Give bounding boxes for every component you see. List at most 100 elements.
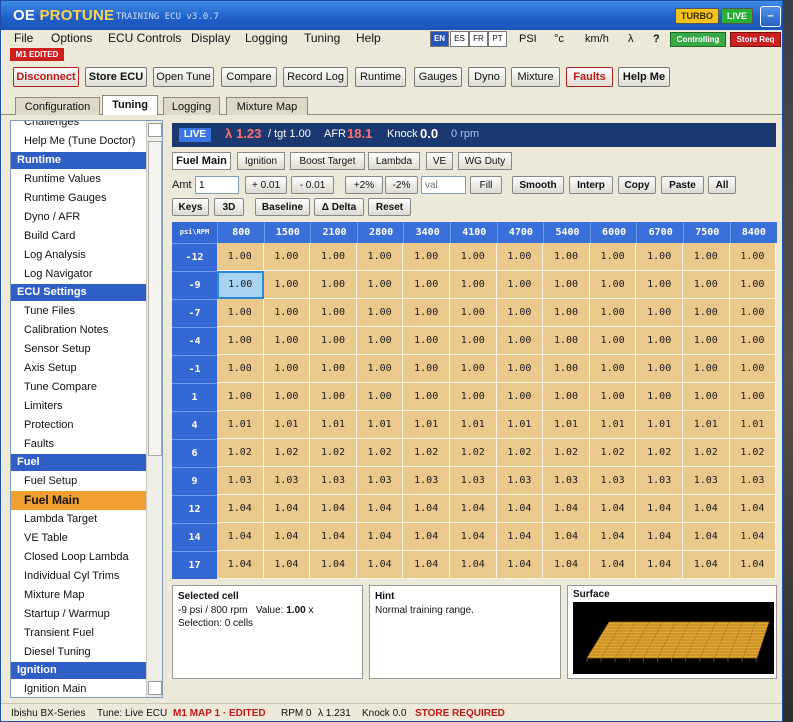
table-cell[interactable]: 1.00 [496, 243, 544, 271]
control-0-01-button[interactable]: - 0.01 [291, 176, 334, 194]
control-paste-button[interactable]: Paste [661, 176, 704, 194]
sidebar-item-closed-loop-lambda[interactable]: Closed Loop Lambda [11, 548, 146, 567]
lambda-unit-button[interactable]: λ [628, 33, 634, 45]
subtab-fuel-main[interactable]: Fuel Main [172, 152, 231, 170]
table-cell[interactable]: 1.01 [496, 411, 544, 439]
table-cell[interactable]: 1.03 [356, 467, 404, 495]
sidebar-item-transient-fuel[interactable]: Transient Fuel [11, 624, 146, 643]
table-cell[interactable]: 1.02 [450, 439, 497, 467]
toolbar-open-tune-button[interactable]: Open Tune [153, 67, 214, 87]
toolbar-disconnect-button[interactable]: Disconnect [13, 67, 79, 87]
control-3d-button[interactable]: 3D [214, 198, 244, 216]
table-cell[interactable]: 1.00 [636, 327, 683, 355]
table-cell[interactable]: 1.00 [683, 299, 730, 327]
table-cell[interactable]: 1.00 [683, 271, 730, 299]
sidebar-item-individual-cyl-trims[interactable]: Individual Cyl Trims [11, 567, 146, 586]
table-cell[interactable]: 1.01 [543, 411, 590, 439]
subtab-ve[interactable]: VE [426, 152, 453, 170]
table-cell[interactable]: 1.04 [496, 523, 544, 551]
sidebar-item-runtime-gauges[interactable]: Runtime Gauges [11, 189, 146, 208]
sidebar-item-fuel-main[interactable]: Fuel Main [11, 491, 146, 510]
table-cell[interactable]: 1.04 [636, 495, 683, 523]
table-cell[interactable]: 1.04 [683, 551, 730, 579]
table-cell[interactable]: 1.00 [310, 355, 357, 383]
toolbar-dyno-button[interactable]: Dyno [468, 67, 506, 87]
control-copy-button[interactable]: Copy [618, 176, 656, 194]
store-required-button[interactable]: Store Req [730, 32, 781, 47]
table-cell[interactable]: 1.04 [310, 495, 357, 523]
table-cell[interactable]: 1.04 [217, 495, 264, 523]
speed-unit-button[interactable]: km/h [585, 33, 609, 45]
sidebar-item-help-me-tune-doctor[interactable]: Help Me (Tune Doctor) [11, 132, 146, 151]
table-cell[interactable]: 1.04 [636, 523, 683, 551]
sidebar-item-runtime-values[interactable]: Runtime Values [11, 170, 146, 189]
table-cell[interactable]: 1.00 [589, 271, 637, 299]
table-cell[interactable]: 1.04 [263, 495, 311, 523]
table-cell[interactable]: 1.01 [263, 411, 311, 439]
table-cell[interactable]: 1.00 [310, 243, 357, 271]
sidebar-item-axis-setup[interactable]: Axis Setup [11, 359, 146, 378]
toolbar-mixture-button[interactable]: Mixture [511, 67, 560, 87]
subtab-wg-duty[interactable]: WG Duty [458, 152, 512, 170]
table-cell[interactable]: 1.01 [729, 411, 777, 439]
table-cell[interactable]: 1.01 [217, 411, 264, 439]
table-cell[interactable]: 1.01 [589, 411, 637, 439]
table-cell[interactable]: 1.02 [636, 439, 683, 467]
table-cell[interactable]: 1.00 [496, 271, 544, 299]
table-cell[interactable]: 1.04 [217, 523, 264, 551]
table-cell[interactable]: 1.01 [356, 411, 404, 439]
sidebar-item-faults[interactable]: Faults [11, 435, 146, 454]
amount-input[interactable] [195, 176, 239, 194]
table-cell[interactable]: 1.03 [263, 467, 311, 495]
sidebar-item-build-card[interactable]: Build Card [11, 227, 146, 246]
table-cell[interactable]: 1.00 [263, 383, 311, 411]
table-cell[interactable]: 1.01 [683, 411, 730, 439]
control-reset-button[interactable]: Reset [368, 198, 411, 216]
table-cell[interactable]: 1.00 [263, 327, 311, 355]
table-cell[interactable]: 1.00 [496, 383, 544, 411]
temperature-unit-button[interactable]: °c [554, 33, 564, 45]
table-cell[interactable]: 1.00 [263, 299, 311, 327]
table-cell[interactable]: 1.03 [403, 467, 450, 495]
table-cell[interactable]: 1.04 [356, 551, 404, 579]
table-cell[interactable]: 1.00 [683, 355, 730, 383]
table-cell[interactable]: 1.04 [543, 523, 590, 551]
table-cell[interactable]: 1.01 [310, 411, 357, 439]
menu-help[interactable]: Help [356, 31, 381, 45]
table-cell[interactable]: 1.00 [496, 327, 544, 355]
table-cell[interactable]: 1.02 [496, 439, 544, 467]
table-cell[interactable]: 1.00 [543, 327, 590, 355]
control-baseline-button[interactable]: Baseline [255, 198, 310, 216]
toolbar-gauges-button[interactable]: Gauges [414, 67, 462, 87]
toolbar-help-me-button[interactable]: Help Me [618, 67, 670, 87]
control-interp-button[interactable]: Interp [569, 176, 613, 194]
table-cell[interactable]: 1.00 [729, 327, 777, 355]
table-cell[interactable]: 1.02 [589, 439, 637, 467]
table-cell[interactable]: 1.00 [636, 271, 683, 299]
toolbar-record-log-button[interactable]: Record Log [283, 67, 348, 87]
table-cell[interactable]: 1.00 [263, 355, 311, 383]
sidebar-item-startup-warmup[interactable]: Startup / Warmup [11, 605, 146, 624]
table-cell[interactable]: 1.00 [729, 355, 777, 383]
control-smooth-button[interactable]: Smooth [512, 176, 564, 194]
table-cell[interactable]: 1.00 [310, 271, 357, 299]
minimize-button[interactable]: – [760, 6, 781, 27]
subtab-ignition[interactable]: Ignition [237, 152, 285, 170]
value-input[interactable] [421, 176, 466, 194]
lang-fr[interactable]: FR [469, 31, 488, 47]
table-cell[interactable]: 1.00 [683, 383, 730, 411]
subtab-lambda[interactable]: Lambda [368, 152, 420, 170]
table-cell[interactable]: 1.01 [403, 411, 450, 439]
table-cell[interactable]: 1.03 [310, 467, 357, 495]
table-cell[interactable]: 1.02 [729, 439, 777, 467]
table-cell[interactable]: 1.04 [450, 523, 497, 551]
toolbar-faults-button[interactable]: Faults [566, 67, 613, 87]
table-cell[interactable]: 1.03 [450, 467, 497, 495]
control-0-01-button[interactable]: + 0.01 [245, 176, 287, 194]
table-cell[interactable]: 1.00 [729, 271, 777, 299]
table-cell[interactable]: 1.04 [263, 523, 311, 551]
table-cell[interactable]: 1.00 [450, 355, 497, 383]
table-cell[interactable]: 1.03 [729, 467, 777, 495]
table-cell[interactable]: 1.00 [496, 355, 544, 383]
control-delta-button[interactable]: Δ Delta [314, 198, 364, 216]
